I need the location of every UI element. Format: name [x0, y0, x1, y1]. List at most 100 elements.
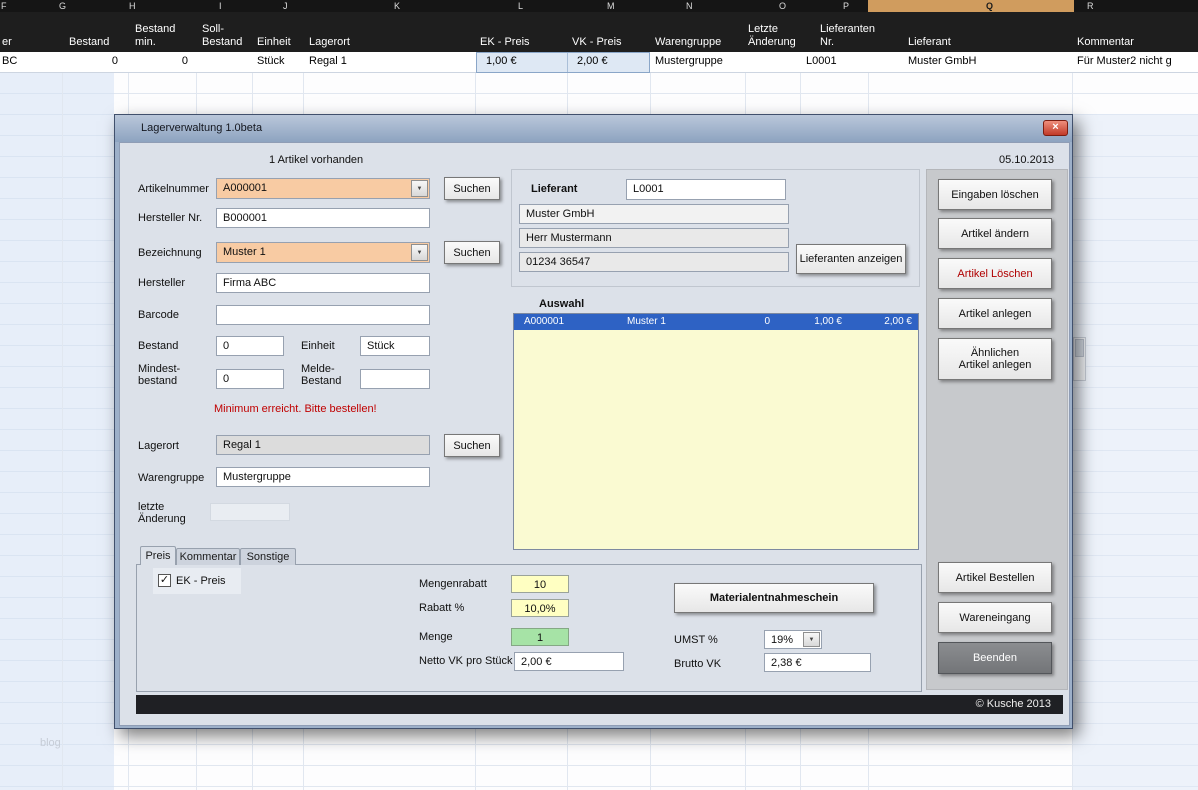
- lieferant-nr-field[interactable]: L0001: [626, 179, 786, 200]
- lieferanten-anzeigen-button[interactable]: Lieferanten anzeigen: [796, 244, 906, 274]
- header-cell-lieferanten-nr[interactable]: LieferantenNr.: [820, 23, 875, 49]
- cell-artikel-partial[interactable]: BC: [2, 55, 17, 67]
- cell-lieferanten-nr[interactable]: L0001: [806, 55, 837, 67]
- column-letter-o[interactable]: O: [779, 0, 786, 12]
- aehnlichen-artikel-anlegen-button[interactable]: Ähnlichen Artikel anlegen: [938, 338, 1052, 380]
- auswahl-listbox[interactable]: A000001 Muster 1 0 1,00 € 2,00 €: [513, 313, 919, 550]
- cell-warengruppe[interactable]: Mustergruppe: [655, 55, 723, 67]
- header-cell-bestand-min[interactable]: Bestandmin.: [135, 23, 175, 49]
- window-title: Lagerverwaltung 1.0beta: [141, 122, 262, 134]
- beenden-button[interactable]: Beenden: [938, 642, 1052, 674]
- header-cell-vk-preis[interactable]: VK - Preis: [572, 36, 622, 49]
- column-letter-i[interactable]: I: [219, 0, 222, 12]
- header-cell-soll-bestand[interactable]: Soll-Bestand: [202, 23, 242, 49]
- bestand-field[interactable]: 0: [216, 336, 284, 356]
- excel-data-row: BC 0 0 Stück Regal 1 1,00 € 2,00 € Muste…: [0, 52, 1198, 73]
- cell-einheit[interactable]: Stück: [257, 55, 285, 67]
- artikelnummer-dropdown-button[interactable]: ▼: [411, 180, 428, 197]
- artikelnummer-combobox[interactable]: A000001 ▼: [216, 178, 430, 199]
- column-letter-j[interactable]: J: [283, 0, 288, 12]
- barcode-field[interactable]: [216, 305, 430, 325]
- mindestbestand-field[interactable]: 0: [216, 369, 284, 389]
- cell-bestand-min[interactable]: 0: [130, 55, 188, 67]
- header-cell-ek-preis[interactable]: EK - Preis: [480, 36, 530, 49]
- wareneingang-button[interactable]: Wareneingang: [938, 602, 1052, 633]
- cell-vk-preis[interactable]: 2,00 €: [577, 55, 608, 67]
- column-letter-n[interactable]: N: [686, 0, 693, 12]
- column-letter-g[interactable]: G: [59, 0, 66, 12]
- suchen-lagerort-button[interactable]: Suchen: [444, 434, 500, 457]
- lagerverwaltung-window: Lagerverwaltung 1.0beta × 1 Artikel vorh…: [114, 114, 1073, 729]
- brutto-vk-field[interactable]: 2,38 €: [764, 653, 871, 672]
- hersteller-field[interactable]: Firma ABC: [216, 273, 430, 293]
- label-umst: UMST %: [674, 634, 718, 646]
- bezeichnung-value: Muster 1: [223, 246, 266, 258]
- hersteller-nr-field[interactable]: B000001: [216, 208, 430, 228]
- artikel-aendern-button[interactable]: Artikel ändern: [938, 218, 1052, 249]
- artikel-bestellen-button[interactable]: Artikel Bestellen: [938, 562, 1052, 593]
- netto-vk-field[interactable]: 2,00 €: [514, 652, 624, 671]
- window-titlebar[interactable]: Lagerverwaltung 1.0beta ×: [115, 115, 1072, 142]
- column-letter-h[interactable]: H: [129, 0, 136, 12]
- column-letter-p[interactable]: P: [843, 0, 849, 12]
- column-letter-q[interactable]: Q: [986, 0, 993, 12]
- copyright-text: © Kusche 2013: [976, 698, 1051, 710]
- header-cell-warengruppe[interactable]: Warengruppe: [655, 36, 721, 49]
- header-cell-letzte-aenderung[interactable]: LetzteÄnderung: [748, 23, 796, 49]
- lieferant-contact-field[interactable]: Herr Mustermann: [519, 228, 789, 248]
- header-cell-lagerort[interactable]: Lagerort: [309, 36, 350, 49]
- suchen-artikelnummer-button[interactable]: Suchen: [444, 177, 500, 200]
- lagerort-field[interactable]: Regal 1: [216, 435, 430, 455]
- letzte-aenderung-field[interactable]: [210, 503, 290, 521]
- label-rabatt: Rabatt %: [419, 602, 464, 614]
- cell-bestand[interactable]: 0: [62, 55, 118, 67]
- umst-dropdown[interactable]: 19% ▼: [764, 630, 822, 649]
- scrollbar-thumb[interactable]: [1075, 339, 1084, 357]
- header-cell-kommentar[interactable]: Kommentar: [1077, 36, 1134, 49]
- ek-preis-checkbox[interactable]: ✓: [158, 574, 171, 587]
- cell-kommentar[interactable]: Für Muster2 nicht g: [1077, 55, 1172, 67]
- cell-lagerort[interactable]: Regal 1: [309, 55, 347, 67]
- label-mengenrabatt: Mengenrabatt: [419, 578, 487, 590]
- selected-list-row[interactable]: A000001 Muster 1 0 1,00 € 2,00 €: [514, 314, 918, 330]
- right-column-tint: [1073, 114, 1198, 790]
- bezeichnung-dropdown-button[interactable]: ▼: [411, 244, 428, 261]
- column-letter-f[interactable]: F: [1, 0, 7, 12]
- chevron-down-icon: ▼: [417, 180, 423, 198]
- meldebestand-field[interactable]: [360, 369, 430, 389]
- lieferant-name-field[interactable]: Muster GmbH: [519, 204, 789, 224]
- label-mindestbestand: Mindest-bestand: [138, 363, 180, 387]
- lieferant-phone-field[interactable]: 01234 36547: [519, 252, 789, 272]
- header-cell-einheit[interactable]: Einheit: [257, 36, 291, 49]
- tab-sonstige[interactable]: Sonstige: [240, 548, 296, 565]
- mengenrabatt-field[interactable]: 10: [511, 575, 569, 593]
- warengruppe-field[interactable]: Mustergruppe: [216, 467, 430, 487]
- artikel-anlegen-button[interactable]: Artikel anlegen: [938, 298, 1052, 329]
- article-count-text: 1 Artikel vorhanden: [269, 154, 363, 166]
- close-button[interactable]: ×: [1043, 120, 1068, 136]
- artikel-loeschen-button[interactable]: Artikel Löschen: [938, 258, 1052, 289]
- column-letter-m[interactable]: M: [607, 0, 615, 12]
- suchen-bezeichnung-button[interactable]: Suchen: [444, 241, 500, 264]
- cell-ek-preis[interactable]: 1,00 €: [486, 55, 517, 67]
- column-letter-r[interactable]: R: [1087, 0, 1094, 12]
- bezeichnung-combobox[interactable]: Muster 1 ▼: [216, 242, 430, 263]
- header-cell-partial[interactable]: er: [2, 36, 12, 49]
- label-menge: Menge: [419, 631, 453, 643]
- materialentnahmeschein-button[interactable]: Materialentnahmeschein: [674, 583, 874, 613]
- tab-kommentar[interactable]: Kommentar: [176, 548, 240, 565]
- excel-scrollbar-fragment[interactable]: [1073, 337, 1086, 381]
- tab-preis[interactable]: Preis: [140, 546, 176, 565]
- menge-field[interactable]: 1: [511, 628, 569, 646]
- umst-dropdown-button[interactable]: ▼: [803, 632, 820, 647]
- einheit-field[interactable]: Stück: [360, 336, 430, 356]
- cell-lieferant[interactable]: Muster GmbH: [908, 55, 976, 67]
- rabatt-field[interactable]: 10,0%: [511, 599, 569, 617]
- header-cell-bestand[interactable]: Bestand: [69, 36, 109, 49]
- label-auswahl: Auswahl: [539, 298, 584, 310]
- column-letter-l[interactable]: L: [518, 0, 523, 12]
- eingaben-loeschen-button[interactable]: Eingaben löschen: [938, 179, 1052, 210]
- column-letter-k[interactable]: K: [394, 0, 400, 12]
- header-cell-lieferant[interactable]: Lieferant: [908, 36, 951, 49]
- label-meldebestand: Melde-Bestand: [301, 363, 341, 387]
